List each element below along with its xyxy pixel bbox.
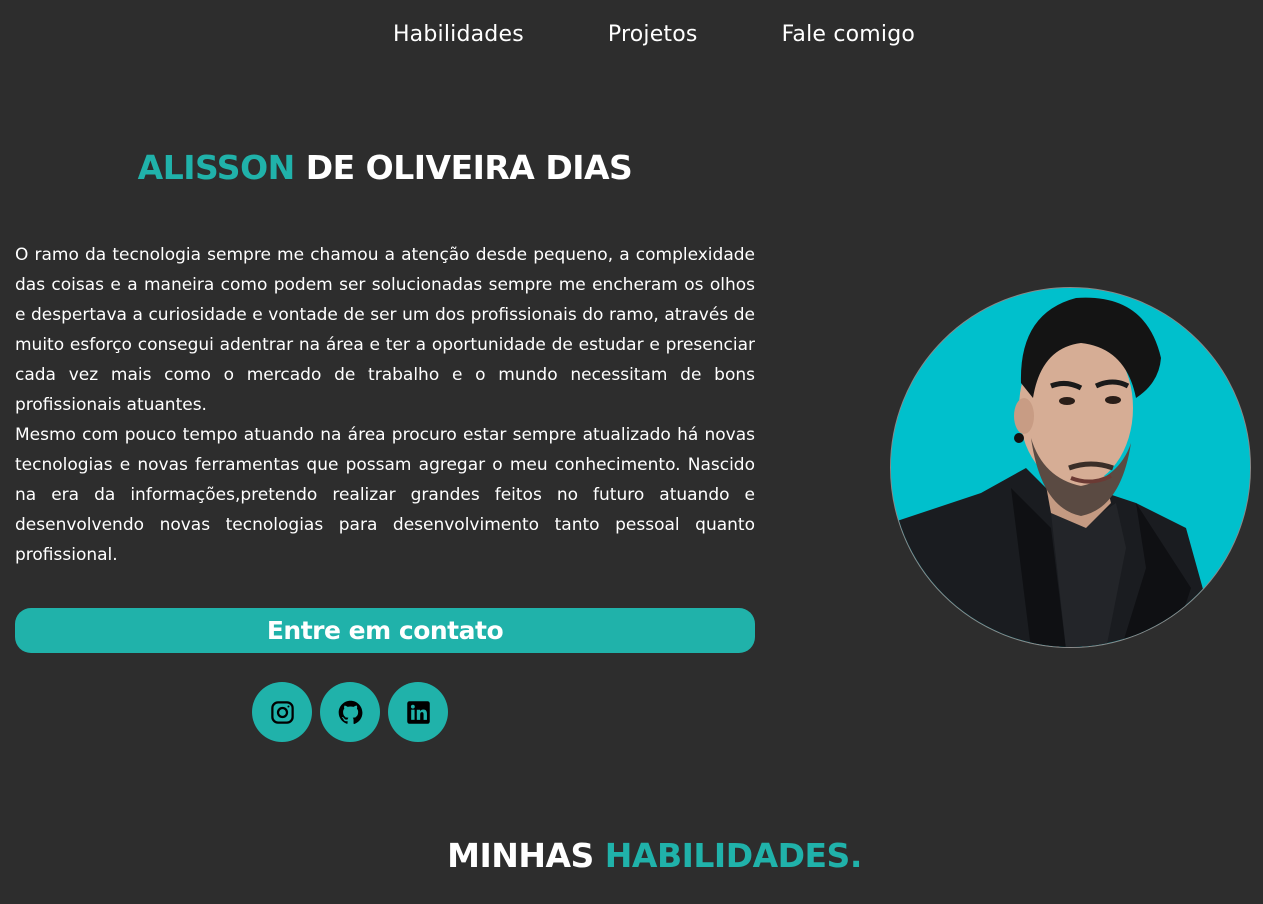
skills-title-accent: HABILIDADES. <box>604 836 863 875</box>
name-rest: DE OLIVEIRA DIAS <box>305 148 633 187</box>
nav-link-projetos[interactable]: Projetos <box>608 22 698 47</box>
linkedin-icon <box>406 700 430 724</box>
top-nav: Habilidades Projetos Fale comigo <box>0 22 1263 47</box>
social-links <box>252 682 448 742</box>
github-button[interactable] <box>320 682 380 742</box>
nav-link-habilidades[interactable]: Habilidades <box>393 22 524 47</box>
hero-name-title: ALISSON DE OLIVEIRA DIAS <box>0 148 770 187</box>
skills-title-white: MINHAS <box>447 836 594 875</box>
instagram-button[interactable] <box>252 682 312 742</box>
name-first: ALISSON <box>137 148 296 187</box>
contact-button[interactable]: Entre em contato <box>15 608 755 653</box>
profile-photo <box>890 287 1251 648</box>
bio-paragraph-1: O ramo da tecnologia sempre me chamou a … <box>15 245 755 415</box>
linkedin-button[interactable] <box>388 682 448 742</box>
bio-paragraph-2: Mesmo com pouco tempo atuando na área pr… <box>15 425 755 565</box>
person-portrait-illustration <box>891 288 1250 647</box>
nav-link-fale-comigo[interactable]: Fale comigo <box>782 22 915 47</box>
instagram-icon <box>270 700 294 724</box>
portfolio-page: Habilidades Projetos Fale comigo ALISSON… <box>0 0 1263 904</box>
skills-section-title: MINHAS HABILIDADES. <box>0 836 1263 875</box>
bio-text: O ramo da tecnologia sempre me chamou a … <box>15 240 755 570</box>
github-icon <box>338 700 362 724</box>
